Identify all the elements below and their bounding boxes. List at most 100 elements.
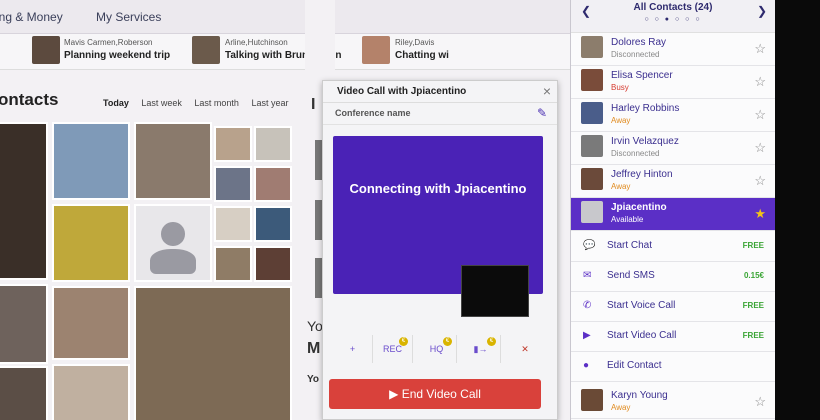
coin-icon: € (487, 337, 496, 346)
ticker-names: Riley,Davis (395, 38, 435, 47)
action-label: Send SMS (607, 270, 655, 281)
coin-icon: € (443, 337, 452, 346)
star-icon[interactable]: ☆ (754, 107, 766, 123)
contact-photo[interactable] (52, 122, 130, 200)
contact-photo[interactable] (214, 166, 252, 202)
connecting-status: Connecting with Jpiacentino (349, 181, 527, 196)
remote-video-area: Connecting with Jpiacentino (333, 136, 543, 317)
contact-photo[interactable] (52, 364, 130, 420)
end-call-label: End Video Call (401, 387, 481, 401)
contact-photo[interactable] (0, 284, 48, 364)
filter-today[interactable]: Today (103, 98, 129, 108)
contact-photo[interactable] (254, 166, 292, 202)
contact-row[interactable]: Elisa Spencer Busy ☆ (571, 66, 775, 99)
contact-photo[interactable] (52, 286, 130, 360)
contact-photo[interactable] (0, 366, 48, 420)
transfer-button[interactable]: ▮→ € (461, 335, 501, 363)
star-icon[interactable]: ☆ (754, 173, 766, 189)
contact-photo[interactable] (214, 246, 252, 282)
detail-text-fragment: Yo (307, 374, 320, 385)
action-start-video-call[interactable]: ▶ Start Video Call FREE (571, 322, 775, 352)
add-participant-button[interactable]: + (333, 335, 373, 363)
detail-text-fragment: M (307, 340, 321, 357)
chat-icon: 💬 (583, 240, 596, 251)
chevron-right-icon[interactable]: ❯ (757, 4, 767, 18)
contact-row[interactable]: Irvin Velazquez Disconnected ☆ (571, 132, 775, 165)
contacts-sidebar: ❮ All Contacts (24) ○ ○ ● ○ ○ ○ ❯ Dolore… (570, 0, 775, 420)
phone-icon: ✆ (583, 300, 592, 311)
star-icon[interactable]: ☆ (754, 41, 766, 57)
contact-row[interactable]: Harley Robbins Away ☆ (571, 99, 775, 132)
contact-status: Available (611, 215, 644, 224)
ticker-avatar (32, 36, 60, 64)
action-price: FREE (742, 241, 764, 250)
nav-item-my-services[interactable]: My Services (96, 10, 161, 24)
top-nav: ing & Money My Services (0, 0, 570, 34)
call-controls: + REC € HQ € ▮→ € ✕ (329, 335, 551, 363)
ticker-names: Mavis Carmen,Roberson (64, 38, 153, 47)
disable-video-button[interactable]: ✕ (505, 335, 545, 363)
action-start-voice-call[interactable]: ✆ Start Voice Call FREE (571, 292, 775, 322)
contact-photo[interactable] (134, 122, 212, 200)
video-off-icon: ✕ (521, 344, 529, 354)
contact-photo[interactable] (52, 204, 130, 282)
activity-ticker: Mavis Carmen,Roberson Planning weekend t… (0, 34, 570, 70)
contact-status: Disconnected (611, 50, 660, 59)
ticker-message: Chatting wi (395, 50, 449, 61)
ticker-avatar (192, 36, 220, 64)
action-label: Edit Contact (607, 360, 662, 371)
star-icon[interactable]: ☆ (754, 394, 766, 410)
action-edit-contact[interactable]: ● Edit Contact (571, 352, 775, 382)
main-app: ing & Money My Services Mavis Carmen,Rob… (0, 0, 570, 420)
filter-last-year[interactable]: Last year (251, 98, 288, 108)
page-dots[interactable]: ○ ○ ● ○ ○ ○ (571, 16, 775, 23)
contact-name: Karyn Young (611, 390, 668, 401)
star-icon[interactable]: ☆ (754, 140, 766, 156)
star-icon[interactable]: ☆ (754, 74, 766, 90)
call-title: Video Call with Jpiacentino (337, 86, 467, 97)
contact-row[interactable]: Karyn Young Away ☆ (571, 386, 775, 419)
hq-button[interactable]: HQ € (417, 335, 457, 363)
contact-photo[interactable] (134, 286, 292, 420)
contact-photo[interactable] (214, 206, 252, 242)
contact-name: Harley Robbins (611, 103, 680, 114)
ticker-names: Arline,Hutchinson (225, 38, 288, 47)
contact-name: Irvin Velazquez (611, 136, 679, 147)
contact-photo[interactable] (254, 246, 292, 282)
contact-row[interactable]: Dolores Ray Disconnected ☆ (571, 33, 775, 66)
contact-photo[interactable] (254, 206, 292, 242)
contact-photo[interactable] (254, 126, 292, 162)
contact-name: Elisa Spencer (611, 70, 673, 81)
screen-bezel (775, 0, 820, 420)
action-label: Start Chat (607, 240, 653, 251)
contact-name: Jpiacentino (611, 202, 667, 213)
conference-name-row: Conference name ✎ (323, 103, 557, 125)
action-send-sms[interactable]: ✉ Send SMS 0.15€ (571, 262, 775, 292)
sidebar-title: All Contacts (24) (633, 2, 713, 13)
filter-last-week[interactable]: Last week (141, 98, 182, 108)
contact-row-selected[interactable]: Jpiacentino Available ★ (571, 198, 775, 231)
sidebar-header: ❮ All Contacts (24) ○ ○ ● ○ ○ ○ ❯ (571, 0, 775, 33)
nav-item-banking[interactable]: ing & Money (0, 10, 63, 24)
star-filled-icon[interactable]: ★ (754, 206, 766, 222)
add-participant-icon: + (349, 344, 356, 354)
contact-status: Away (611, 116, 631, 125)
end-video-call-button[interactable]: ▶ End Video Call (329, 379, 541, 409)
contact-placeholder-avatar[interactable] (134, 204, 212, 282)
avatar (581, 168, 603, 190)
contact-name: Jeffrey Hinton (611, 169, 673, 180)
avatar (581, 36, 603, 58)
contact-photo[interactable] (214, 126, 252, 162)
video-camera-icon: ▶ (389, 387, 402, 401)
filter-last-month[interactable]: Last month (194, 98, 239, 108)
record-button[interactable]: REC € (373, 335, 413, 363)
pencil-icon[interactable]: ✎ (537, 106, 547, 120)
avatar-head-shape (161, 222, 185, 246)
contact-row[interactable]: Jeffrey Hinton Away ☆ (571, 165, 775, 198)
close-icon[interactable]: × (543, 83, 551, 99)
contact-name: Dolores Ray (611, 37, 667, 48)
action-start-chat[interactable]: 💬 Start Chat FREE (571, 232, 775, 262)
contact-photo[interactable] (0, 122, 48, 280)
contact-status: Disconnected (611, 149, 660, 158)
contacts-heading: ontacts (0, 90, 59, 109)
